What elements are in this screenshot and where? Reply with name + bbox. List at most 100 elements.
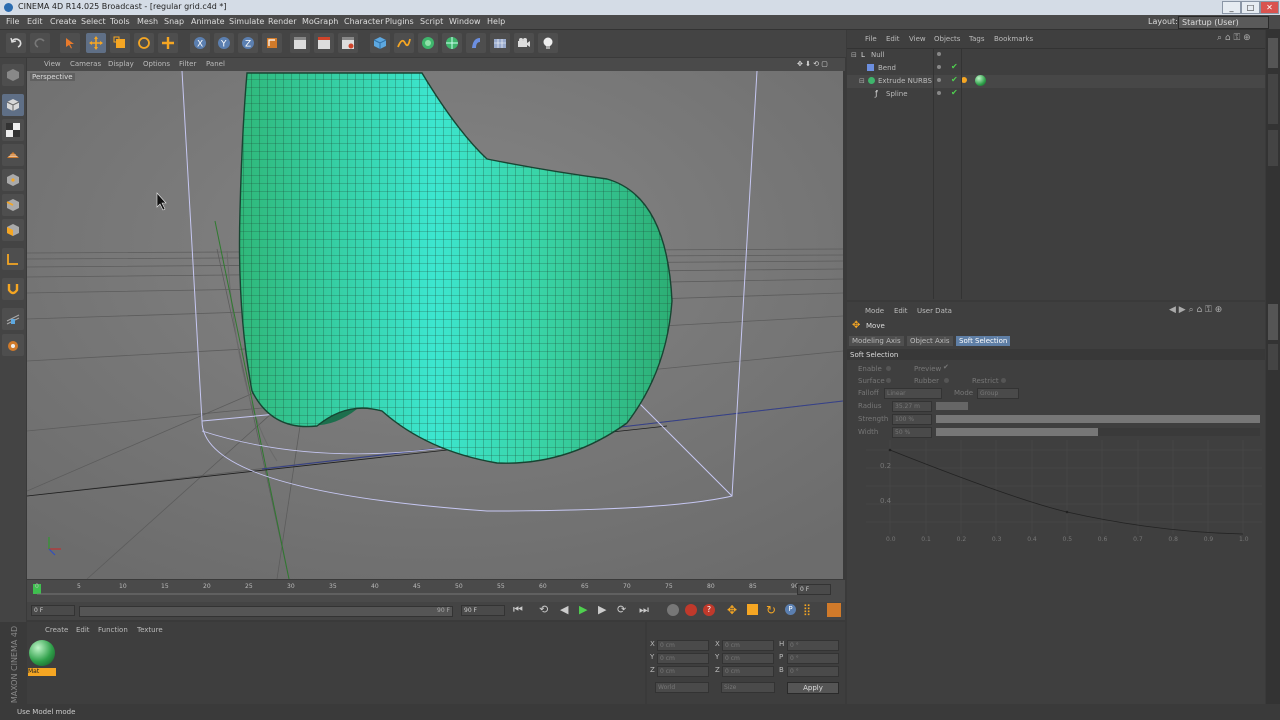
position-field[interactable]: 0 cm (657, 653, 709, 664)
coordinate-system-button[interactable] (262, 33, 282, 53)
keyframe-selection-icon[interactable]: ? (703, 604, 715, 616)
live-select-button[interactable] (60, 33, 80, 53)
end-frame-field[interactable]: 90 F (461, 605, 505, 616)
axis-mode-button[interactable] (2, 248, 24, 270)
side-tab-layer[interactable] (1268, 344, 1278, 370)
perspective-viewport[interactable]: Perspective (27, 71, 843, 579)
side-tab-objects[interactable] (1268, 38, 1278, 68)
enabled-check-icon[interactable]: ✔ (951, 62, 958, 71)
locked-workplane-button[interactable] (2, 334, 24, 356)
object-row-bend[interactable]: Bend ✔ (847, 62, 1265, 75)
visibility-dot[interactable] (937, 91, 941, 95)
next-frame-button[interactable]: ▶ (598, 603, 606, 616)
strength-field[interactable]: 100 % (892, 414, 932, 425)
expand-icon[interactable]: ⊟ (859, 77, 865, 85)
enable-checkbox[interactable] (886, 366, 891, 371)
objects-menu-tags[interactable]: Tags (969, 35, 985, 43)
enabled-check-icon[interactable]: ✔ (951, 88, 958, 97)
go-to-end-button[interactable]: ⏭ (639, 603, 649, 617)
rubber-checkbox[interactable] (944, 378, 949, 383)
menu-plugins[interactable]: Plugins (385, 17, 414, 26)
timeline-window-icon[interactable] (827, 603, 841, 617)
object-row-extrude-nurbs[interactable]: ⊟ Extrude NURBS ✔ (847, 75, 1265, 88)
add-object-button[interactable] (158, 33, 178, 53)
nurbs-button[interactable] (418, 33, 438, 53)
tab-modeling-axis[interactable]: Modeling Axis (849, 336, 904, 346)
make-editable-button[interactable] (2, 64, 24, 86)
layout-select[interactable]: Startup (User) (1178, 16, 1269, 29)
viewport-menu-cameras[interactable]: Cameras (70, 60, 101, 68)
surface-checkbox[interactable] (886, 378, 891, 383)
viewport-menu-view[interactable]: View (44, 60, 61, 68)
visibility-dot[interactable] (937, 52, 941, 56)
key-pla-icon[interactable]: ⣿ (803, 603, 811, 616)
menu-snap[interactable]: Snap (164, 17, 184, 26)
restrict-checkbox[interactable] (1001, 378, 1006, 383)
menu-help[interactable]: Help (487, 17, 505, 26)
tweak-mode-button[interactable] (2, 278, 24, 300)
texture-mode-button[interactable] (2, 119, 24, 141)
polygons-mode-button[interactable] (2, 219, 24, 241)
coordinate-size-select[interactable]: Size (721, 682, 775, 693)
menu-animate[interactable]: Animate (191, 17, 225, 26)
render-picture-viewer-button[interactable] (314, 33, 334, 53)
material-menu-function[interactable]: Function (98, 626, 128, 634)
size-field[interactable]: 0 cm (722, 640, 774, 651)
viewport-navigation-icons[interactable]: ✥ ⬇ ⟲ ▢ (797, 60, 828, 68)
play-button[interactable]: ▶ (579, 603, 587, 616)
key-parameter-icon[interactable]: P (785, 604, 796, 615)
material-menu-texture[interactable]: Texture (137, 626, 163, 634)
falloff-select[interactable]: Linear (884, 388, 942, 399)
maximize-button[interactable]: □ (1241, 1, 1260, 14)
side-tab-structure[interactable] (1268, 130, 1278, 166)
material-menu-edit[interactable]: Edit (76, 626, 90, 634)
strength-slider[interactable] (936, 415, 1260, 423)
key-rotation-icon[interactable]: ↻ (766, 603, 776, 617)
width-slider[interactable] (936, 428, 1260, 436)
autokey-icon[interactable] (685, 604, 697, 616)
objects-search-icons[interactable]: ⌕ ⌂ ⚿ ⊕ (1217, 33, 1251, 43)
move-tool-button[interactable] (86, 33, 106, 53)
material-tag-icon[interactable] (975, 75, 986, 86)
current-frame-field[interactable]: 0 F (797, 584, 831, 595)
position-field[interactable]: 0 cm (657, 640, 709, 651)
viewport-menu-filter[interactable]: Filter (179, 60, 196, 68)
menu-render[interactable]: Render (268, 17, 296, 26)
size-field[interactable]: 0 cm (722, 653, 774, 664)
next-key-button[interactable]: ⟳ (617, 603, 626, 616)
start-frame-field[interactable]: 0 F (31, 605, 75, 616)
go-to-start-button[interactable]: ⏮ (513, 603, 523, 617)
previous-frame-button[interactable]: ◀ (560, 603, 568, 616)
rotation-field[interactable]: 0 ° (787, 666, 839, 677)
menu-character[interactable]: Character (344, 17, 384, 26)
rotate-tool-button[interactable] (134, 33, 154, 53)
menu-mesh[interactable]: Mesh (137, 17, 158, 26)
cube-primitive-button[interactable] (370, 33, 390, 53)
x-axis-lock-button[interactable]: X (190, 33, 210, 53)
model-mode-button[interactable] (2, 94, 24, 116)
position-field[interactable]: 0 cm (657, 666, 709, 677)
attributes-nav-icons[interactable]: ◀ ▶ ⌕ ⌂ ⚿ ⊕ (1169, 305, 1222, 315)
redo-button[interactable] (30, 33, 50, 53)
rotation-field[interactable]: 0 ° (787, 640, 839, 651)
mode-select[interactable]: Group (977, 388, 1019, 399)
spline-button[interactable] (394, 33, 414, 53)
side-tab-content-browser[interactable] (1268, 74, 1278, 124)
radius-slider[interactable] (936, 402, 968, 410)
expand-icon[interactable]: ⊟ (851, 51, 857, 59)
menu-file[interactable]: File (6, 17, 19, 26)
rotation-field[interactable]: 0 ° (787, 653, 839, 664)
radius-field[interactable]: 35.27 m (892, 401, 932, 412)
menu-select[interactable]: Select (81, 17, 106, 26)
environment-button[interactable] (490, 33, 510, 53)
viewport-menu-panel[interactable]: Panel (206, 60, 225, 68)
viewport-menu-options[interactable]: Options (143, 60, 170, 68)
tab-object-axis[interactable]: Object Axis (907, 336, 953, 346)
objects-menu-objects[interactable]: Objects (934, 35, 960, 43)
coordinate-mode-select[interactable]: World (655, 682, 709, 693)
falloff-graph[interactable]: 0.2 0.4 0.0 0.1 0.2 0.3 0.4 0.5 0.6 0.7 0.8 0.9 1.… (866, 440, 1262, 548)
undo-button[interactable] (6, 33, 26, 53)
material-menu-create[interactable]: Create (45, 626, 68, 634)
menu-create[interactable]: Create (50, 17, 77, 26)
menu-edit[interactable]: Edit (27, 17, 43, 26)
